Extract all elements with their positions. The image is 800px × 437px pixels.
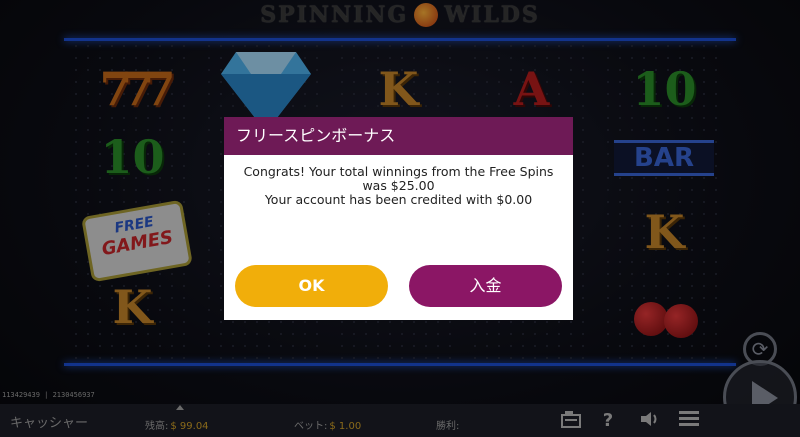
speaker-icon[interactable] <box>638 410 662 432</box>
help-icon[interactable]: ? <box>598 410 618 432</box>
message-line-2: was $25.00 <box>362 178 435 193</box>
dialog-message: Congrats! Your total winnings from the F… <box>224 155 573 207</box>
cashier-button[interactable]: キャッシャー <box>10 412 88 431</box>
free-spins-bonus-dialog: フリースピンボーナス Congrats! Your total winnings… <box>224 117 573 320</box>
bottom-bar: キャッシャー 残高: $ 99.04 ベット: $ 1.00 勝利: ? <box>0 404 800 437</box>
balance-caret-icon[interactable] <box>176 405 184 410</box>
message-line-1: Congrats! Your total winnings from the F… <box>243 164 554 179</box>
win-display: 勝利: <box>436 417 461 432</box>
bet-display: ベット: $ 1.00 <box>294 417 361 432</box>
message-line-3: Your account has been credited with $0.0… <box>264 192 533 207</box>
session-ids: 113429439 | 2130456937 <box>2 391 95 399</box>
bet-label: ベット: <box>294 421 328 432</box>
dialog-title: フリースピンボーナス <box>224 117 573 155</box>
balance-label: 残高: <box>145 421 169 432</box>
ok-button[interactable]: OK <box>235 265 388 307</box>
paytable-icon[interactable] <box>560 410 582 432</box>
win-label: 勝利: <box>436 421 460 432</box>
game-screen: SPINNINGWILDS 777 10 FREE GAMES K 10 K <box>0 0 800 437</box>
menu-icon[interactable] <box>678 410 700 432</box>
deposit-button[interactable]: 入金 <box>409 265 562 307</box>
balance-display: 残高: $ 99.04 <box>145 417 209 432</box>
bet-value: $ 1.00 <box>329 421 362 432</box>
balance-value: $ 99.04 <box>170 421 209 432</box>
